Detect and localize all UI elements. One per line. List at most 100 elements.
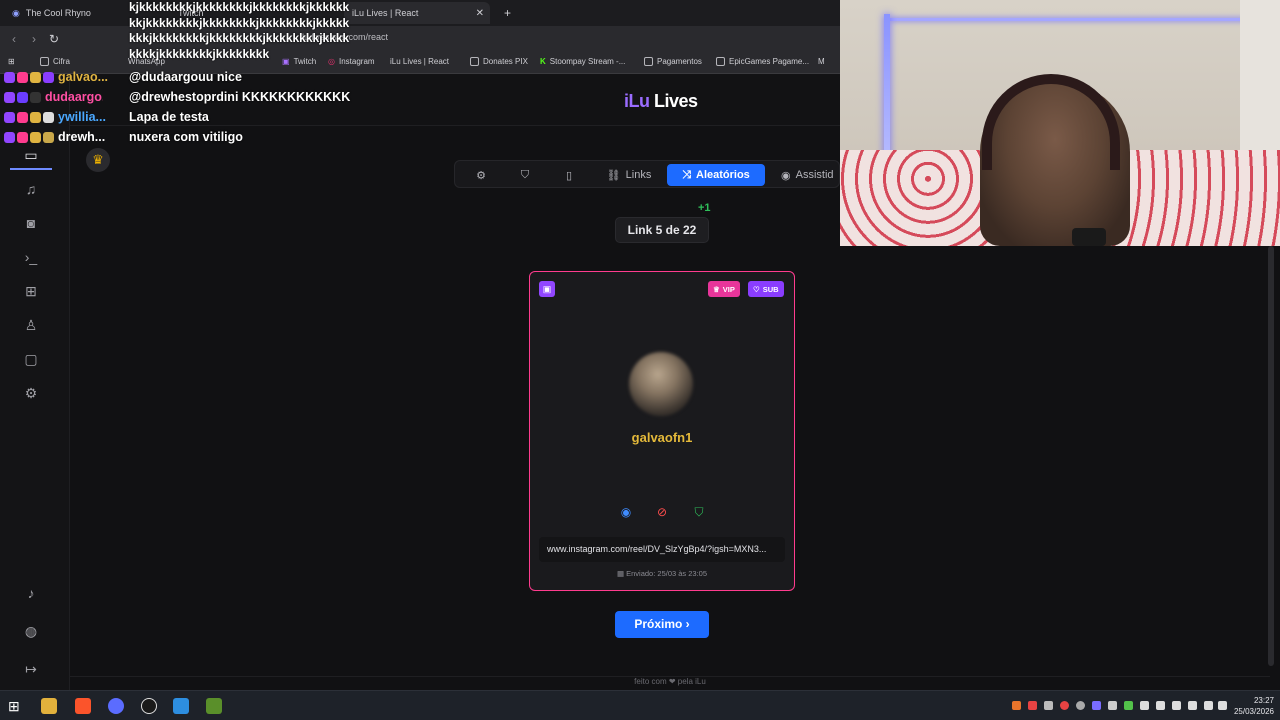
chat-badges	[4, 91, 41, 103]
headphones	[982, 74, 1120, 170]
chat-text: nuxera com vitiligo	[129, 130, 243, 144]
brave-browser-icon[interactable]	[75, 698, 91, 714]
terminal-icon[interactable]: ›_	[22, 248, 40, 266]
music-icon[interactable]: ♫	[22, 180, 40, 198]
tray-icon[interactable]	[1092, 701, 1101, 710]
footer: feito com ❤ pela iLu	[70, 676, 1270, 690]
chat-text: Lapa de testa	[129, 110, 209, 124]
tray-icon[interactable]	[1060, 701, 1069, 710]
twitch-icon: ▣	[539, 281, 555, 297]
tray-icon[interactable]	[1044, 701, 1053, 710]
bookmark-item[interactable]: M	[818, 57, 825, 66]
tray-icon[interactable]	[1028, 701, 1037, 710]
tab-settings[interactable]: ⚙	[463, 164, 499, 186]
minecraft-icon[interactable]	[206, 698, 222, 714]
tray-icon[interactable]	[1140, 701, 1149, 710]
chat-message: dudaargo... @drewhestoprdini KKKKKKKKKKK…	[0, 87, 350, 107]
bookmark-item[interactable]: Donates PIX	[470, 57, 528, 66]
chat-spam-line: kkkkjkkkkkkkkjkkkkkkkk	[129, 46, 270, 61]
calendar-icon: ▦	[616, 569, 627, 578]
tray-icon[interactable]	[1108, 701, 1117, 710]
webcam-overlay	[840, 0, 1280, 246]
help-icon[interactable]: ◍	[22, 622, 40, 640]
sub-badge: ♡ SUB	[748, 281, 784, 297]
mic-icon[interactable]	[1172, 701, 1181, 710]
volume-icon[interactable]	[1218, 701, 1227, 710]
led-strip	[890, 18, 1280, 21]
bookmark-item[interactable]: Pagamentos	[644, 57, 702, 66]
tray-icon[interactable]	[1012, 701, 1021, 710]
shield-icon[interactable]: ⛉	[691, 504, 707, 520]
eye-icon: ◉	[781, 169, 791, 182]
tab-title: The Cool Rhyno	[25, 8, 91, 18]
chat-username: galvao...	[58, 70, 109, 84]
tab-aleatorios[interactable]: ⤨ Aleatórios	[667, 164, 765, 186]
link-url[interactable]: www.instagram.com/reel/DV_SlzYgBp4/?igsh…	[539, 537, 785, 562]
chat-spam-line: kkjkkkkkkkkjkkkkkkkkjkkkkkkkkjkkkkk	[129, 15, 350, 30]
tray-icon[interactable]	[1124, 701, 1133, 710]
bookmark-item[interactable]: K Stoompay Stream -...	[540, 57, 625, 66]
link-counter: Link 5 de 22	[615, 217, 709, 243]
bookmark-item[interactable]: iLu Lives | React	[390, 57, 449, 66]
chat-spam-line: kjkkkkkkkkjkkkkkkkkjkkkkkkkkjkkkkkk	[129, 0, 350, 14]
tab-tablet[interactable]: ▯	[551, 164, 587, 186]
chat-icon[interactable]: ▢	[22, 350, 40, 368]
file-explorer-icon[interactable]	[41, 698, 57, 714]
trophy-icon[interactable]: ♛	[86, 148, 110, 172]
bell-icon[interactable]: ♪	[22, 584, 40, 602]
app-logo[interactable]: iLu Lives	[624, 91, 698, 112]
folder-icon	[644, 57, 653, 66]
obs-icon[interactable]	[141, 698, 157, 714]
address-bar: ‹ › ↻ ilu.lives.sus.com/react	[0, 26, 840, 52]
clock[interactable]: 23:27 25/03/2026	[1234, 695, 1274, 717]
logout-icon[interactable]: ↦	[22, 660, 40, 678]
app-icon[interactable]	[108, 698, 124, 714]
avatar	[629, 352, 693, 416]
chat-message: ywillia... Lapa de testa	[0, 107, 209, 127]
forward-icon[interactable]: ›	[24, 32, 44, 46]
heart-icon: ♡	[753, 284, 760, 294]
tray-icon[interactable]	[1156, 701, 1165, 710]
chat-username: dudaargo...	[45, 90, 103, 104]
chat-message: galvao... @dudaargouu nice	[0, 67, 242, 87]
app-icon[interactable]	[173, 698, 189, 714]
back-icon[interactable]: ‹	[4, 32, 24, 46]
reload-icon[interactable]: ↻	[44, 32, 64, 46]
tab-assistidos[interactable]: ◉ Assistid	[773, 164, 839, 186]
wifi-icon[interactable]	[1204, 701, 1213, 710]
shield-icon: ⛉	[520, 168, 530, 181]
block-icon[interactable]: ⊘	[654, 504, 670, 520]
settings-icon[interactable]: ⚙	[22, 384, 40, 402]
counter-delta: +1	[698, 202, 711, 214]
clock-time: 23:27	[1253, 696, 1274, 705]
folder-icon	[716, 57, 725, 66]
scrollbar[interactable]	[1268, 246, 1274, 666]
gift-icon[interactable]: ⊞	[22, 282, 40, 300]
chat-overlay: galvao... @dudaargouu nice dudaargo... @…	[0, 67, 420, 151]
eye-icon[interactable]: ◉	[618, 504, 634, 520]
chat-spam-line: kkkjkkkkkkkkjkkkkkkkkjkkkkkkkkjkkkk	[129, 31, 350, 45]
next-button[interactable]: Próximo ›	[615, 611, 709, 638]
link-icon: ⛓	[606, 169, 621, 182]
award-icon[interactable]: ♙	[22, 316, 40, 334]
tab-shield[interactable]: ⛉	[507, 164, 543, 186]
tab-favicon-icon: ◉	[12, 7, 20, 18]
camera-icon[interactable]: ◙	[22, 214, 40, 232]
close-icon[interactable]: ✕	[476, 8, 484, 19]
windows-start-icon[interactable]: ⊞	[8, 698, 24, 714]
apps-icon[interactable]: ⊞	[8, 57, 15, 66]
bookmark-item[interactable]: EpicGames Pagame...	[716, 57, 809, 66]
new-tab-button[interactable]: +	[496, 2, 516, 24]
clock-date: 25/03/2026	[1233, 707, 1274, 716]
card-username: galvaofn1	[631, 430, 693, 445]
kick-icon: K	[540, 57, 546, 66]
browser-tab[interactable]: ◉ The Cool Rhyno	[4, 2, 124, 24]
chat-message: drewh... nuxera com vitiligo	[0, 127, 243, 147]
battery-icon[interactable]	[1188, 701, 1197, 710]
tab-links[interactable]: ⛓ Links	[595, 164, 663, 186]
chat-badges	[4, 131, 54, 143]
bookmark-item[interactable]: Cifra	[40, 57, 70, 66]
chat-text: @drewhestoprdini KKKKKKKKKKKK	[129, 90, 351, 104]
link-card: ▣ ♕ VIP ♡ SUB galvaofn1 ◉ ⊘ ⛉ www.instagra…	[529, 271, 795, 591]
tray-icon[interactable]	[1076, 701, 1085, 710]
